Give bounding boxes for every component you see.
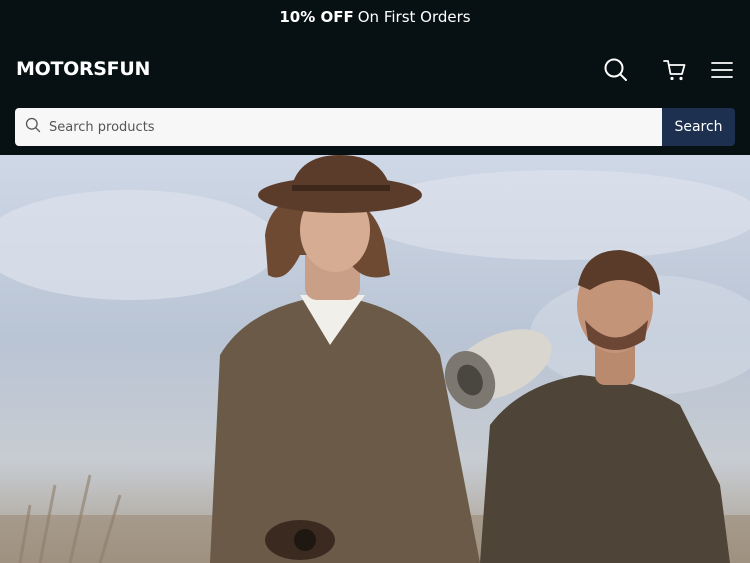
search-icon[interactable] (602, 56, 630, 84)
announcement-highlight: 10% OFF (279, 8, 354, 26)
hero-banner-image[interactable] (0, 155, 750, 563)
search-field (15, 108, 662, 146)
site-header: MOTORSFUN Search products Search (0, 34, 750, 155)
search-button[interactable]: Search (662, 108, 735, 146)
menu-icon[interactable] (708, 56, 736, 84)
search-form: Search (15, 108, 735, 146)
search-input[interactable] (49, 119, 662, 135)
cart-icon[interactable] (661, 56, 689, 84)
logo[interactable]: MOTORSFUN (16, 58, 150, 80)
announcement-bar: 10% OFF On First Orders (0, 0, 750, 34)
search-field-icon (25, 117, 41, 137)
announcement-text: On First Orders (357, 8, 471, 26)
